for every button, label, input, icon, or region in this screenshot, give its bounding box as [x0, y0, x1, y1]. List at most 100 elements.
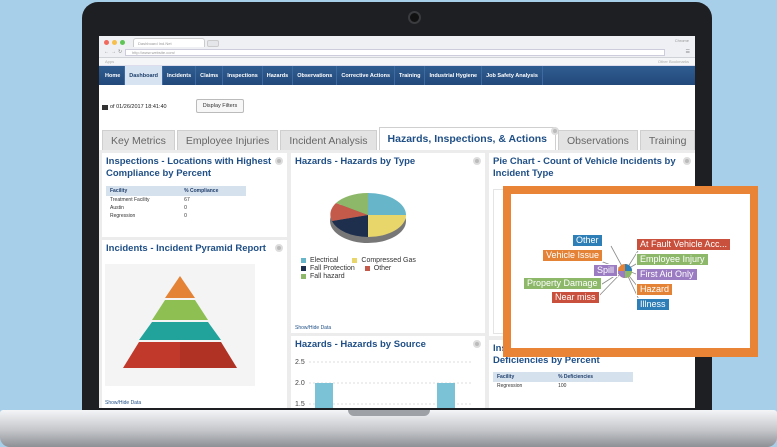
- legend-label: Other: [373, 265, 392, 272]
- menu-icon[interactable]: ☰: [686, 49, 690, 55]
- label-first-aid: First Aid Only: [636, 268, 698, 281]
- legend-swatch: [301, 266, 306, 271]
- nav-item-corrective-actions[interactable]: Corrective Actions: [337, 66, 396, 85]
- pie-slice: [625, 271, 632, 278]
- tab-training[interactable]: Training: [639, 130, 695, 150]
- col-facility[interactable]: Facility: [106, 186, 181, 196]
- gear-icon[interactable]: [473, 340, 481, 348]
- tab-incident-analysis[interactable]: Incident Analysis: [280, 130, 377, 150]
- browser-tab[interactable]: Dashboard Ind.Net: [133, 38, 205, 47]
- hazard-type-pie: [330, 192, 406, 243]
- label-other: Other: [572, 234, 603, 247]
- panel-inspections: Inspections - Locations with Highest Com…: [102, 153, 287, 237]
- cell: 0: [184, 205, 187, 211]
- new-tab-button[interactable]: [207, 40, 219, 47]
- zoom-callout-content: Other Vehicle Issue Spill Property Damag…: [511, 194, 750, 348]
- hazards-by-source-chart: 2.5 2.0 1.5: [295, 359, 473, 408]
- nav-item-training[interactable]: Training: [395, 66, 426, 85]
- back-forward-reload-icon[interactable]: ←→↻: [104, 49, 124, 55]
- panel-title: Incidents - Incident Pyramid Report: [106, 243, 266, 254]
- label-property-damage: Property Damage: [523, 277, 602, 290]
- label-at-fault: At Fault Vehicle Acc...: [636, 238, 732, 251]
- panel-hazards-by-source: Hazards - Hazards by Source 2.5 2.0 1.5: [291, 336, 485, 408]
- show-hide-data-link[interactable]: Show/Hide Data: [295, 325, 331, 331]
- pyramid-tier: [152, 300, 208, 320]
- table-row: Treatment Facility 67: [106, 196, 246, 204]
- panel-title: Inspections - Locations with Highest Com…: [106, 156, 272, 179]
- zoom-callout: Other Vehicle Issue Spill Property Damag…: [503, 186, 758, 357]
- legend-swatch: [301, 258, 306, 263]
- display-filters-button[interactable]: Display Filters: [196, 99, 244, 113]
- refresh-date: of 01/26/2017 18:41:40: [110, 104, 167, 110]
- col-deficiencies[interactable]: % Deficiencies: [554, 372, 633, 382]
- legend-swatch: [352, 258, 358, 263]
- label-near-miss: Near miss: [551, 291, 600, 304]
- hazard-type-legend: Electrical Compressed Gas Fall Protection…: [301, 257, 416, 281]
- cell: Regression: [110, 213, 136, 219]
- laptop-notch: [348, 410, 430, 416]
- pie-slice: [368, 215, 406, 237]
- table-row: Austin 0: [106, 204, 246, 212]
- tab-observations[interactable]: Observations: [558, 130, 638, 150]
- gear-icon[interactable]: [275, 157, 283, 165]
- panel-title: Pie Chart - Count of Vehicle Incidents b…: [493, 156, 676, 179]
- tab-label: Incident Analysis: [289, 134, 368, 147]
- y-tick-label: 1.5: [295, 401, 305, 408]
- nav-item-incidents[interactable]: Incidents: [163, 66, 197, 85]
- nav-item-industrial-hygiene[interactable]: Industrial Hygiene: [425, 66, 483, 85]
- legend-label: Fall Protection: [310, 265, 355, 272]
- nav-item-claims[interactable]: Claims: [196, 66, 224, 85]
- show-hide-data-link[interactable]: Show/Hide Data: [105, 400, 141, 406]
- col-facility[interactable]: Facility: [493, 372, 555, 382]
- label-spill: Spill: [593, 264, 619, 277]
- tab-label: Hazards, Inspections, & Actions: [387, 133, 548, 145]
- tab-label: Employee Injuries: [185, 134, 270, 147]
- col-compliance[interactable]: % Compliance: [180, 186, 246, 196]
- label-illness: Illness: [636, 298, 670, 311]
- gear-icon[interactable]: [473, 157, 481, 165]
- y-tick-label: 2.5: [295, 359, 305, 366]
- bar[interactable]: [315, 383, 333, 408]
- compliance-table: Facility % Compliance Treatment Facility…: [106, 186, 246, 220]
- nav-item-home[interactable]: Home: [101, 66, 126, 85]
- tab-label: Observations: [567, 134, 629, 147]
- tab-hazards-inspections-actions[interactable]: Hazards, Inspections, & Actions: [378, 127, 560, 150]
- address-bar[interactable]: http://www.website.com/: [125, 49, 665, 56]
- maximize-icon[interactable]: [120, 40, 125, 45]
- window-controls: [104, 40, 125, 45]
- nav-item-dashboard[interactable]: Dashboard: [125, 66, 164, 85]
- label-vehicle-issue: Vehicle Issue: [542, 249, 604, 262]
- legend-item[interactable]: Fall Protection Other: [301, 265, 416, 272]
- nav-item-inspections[interactable]: Inspections: [223, 66, 263, 85]
- gear-icon[interactable]: [275, 244, 283, 252]
- cell: 100: [558, 383, 567, 389]
- table-row: Regression 0: [106, 212, 246, 220]
- gear-icon[interactable]: [683, 157, 691, 165]
- panel-title: Hazards - Hazards by Type: [295, 156, 416, 167]
- legend-item[interactable]: Electrical Compressed Gas: [301, 257, 416, 264]
- tab-key-metrics[interactable]: Key Metrics: [102, 130, 175, 150]
- deficiencies-table: Facility % Deficiencies Regression 100: [493, 372, 633, 390]
- pyramid-tier: [165, 276, 195, 298]
- pie-slice: [625, 264, 632, 271]
- legend-label: Compressed Gas: [361, 257, 416, 264]
- bar[interactable]: [437, 383, 455, 408]
- nav-item-hazards[interactable]: Hazards: [263, 66, 294, 85]
- legend-swatch: [301, 274, 306, 279]
- nav-item-observations[interactable]: Observations: [293, 66, 338, 85]
- other-bookmarks[interactable]: Other Bookmarks: [658, 58, 689, 66]
- browser-chrome: Dashboard Ind.Net Chrome ←→↻ http://www.…: [99, 36, 695, 58]
- minimize-icon[interactable]: [112, 40, 117, 45]
- cell: 0: [184, 213, 187, 219]
- panel-title: Hazards - Hazards by Source: [295, 339, 426, 350]
- apps-bookmark[interactable]: Apps: [105, 59, 114, 64]
- y-tick-label: 2.0: [295, 380, 305, 387]
- webcam-icon: [408, 11, 421, 24]
- label-employee-injury: Employee Injury: [636, 253, 709, 266]
- legend-label: Electrical: [310, 257, 339, 264]
- tab-employee-injuries[interactable]: Employee Injuries: [176, 130, 279, 150]
- legend-item[interactable]: Fall hazard: [301, 273, 416, 280]
- nav-item-job-safety-analysis[interactable]: Job Safety Analysis: [482, 66, 543, 85]
- cell: Austin: [110, 205, 124, 211]
- close-icon[interactable]: [104, 40, 109, 45]
